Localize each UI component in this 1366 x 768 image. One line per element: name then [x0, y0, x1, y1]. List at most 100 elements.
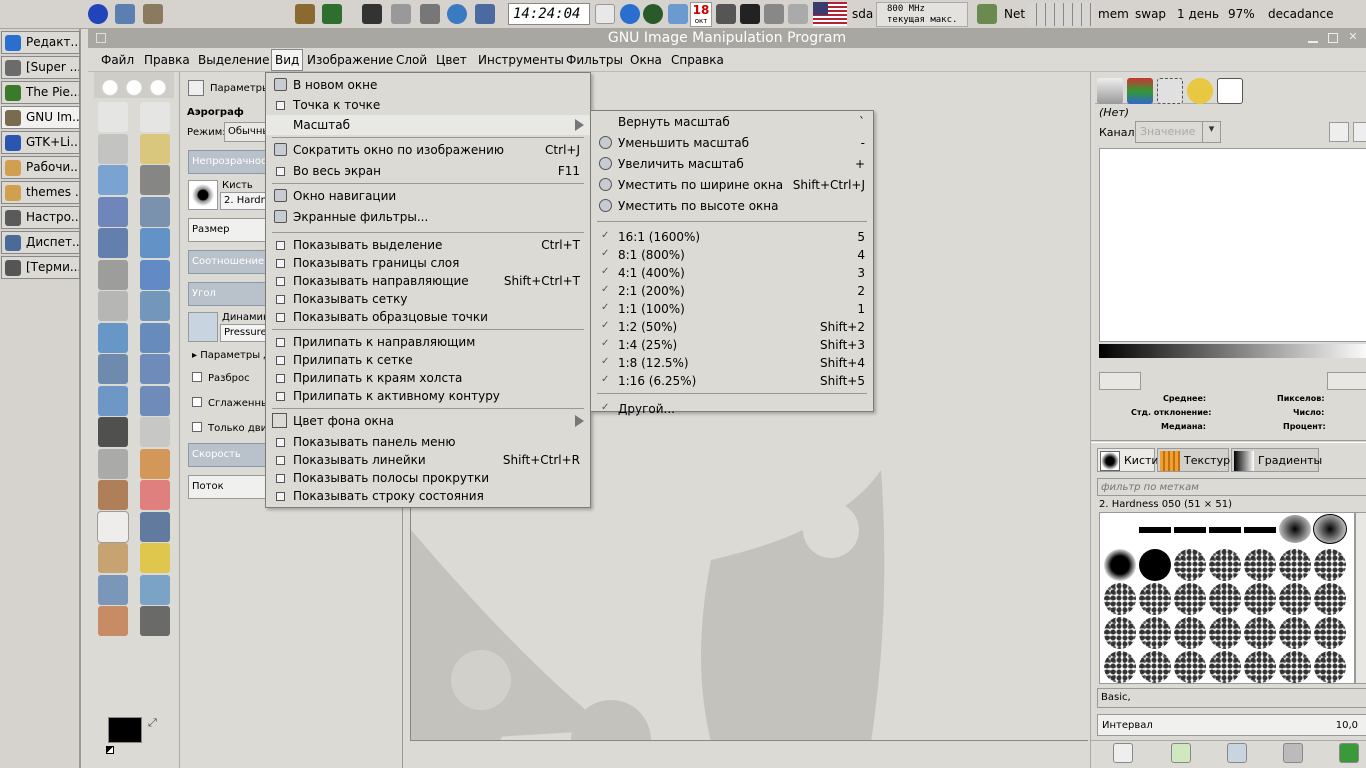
refresh-brushes-icon[interactable] — [1339, 743, 1359, 763]
channels-tab-icon[interactable] — [1127, 78, 1153, 104]
window-list-item[interactable]: Рабочи... — [1, 156, 80, 179]
window-list-item[interactable]: GTK+Li... — [1, 131, 80, 154]
paths-tab-icon[interactable] — [1157, 78, 1183, 104]
spacing-slider[interactable]: Интервал 10,0 — [1097, 714, 1366, 736]
viewmenu-item[interactable]: Масштаб — [266, 115, 590, 135]
default-colors-icon[interactable] — [106, 746, 114, 754]
perspective-tool-icon[interactable] — [140, 354, 170, 384]
chrome-icon[interactable] — [620, 4, 640, 24]
airbrush-tool-icon[interactable] — [97, 510, 129, 543]
layers-tab-icon[interactable] — [1097, 78, 1123, 104]
tool-options-tab[interactable]: Параметры — [210, 83, 270, 94]
opacity-slider[interactable]: Непрозрачность — [188, 150, 268, 174]
maximize-icon[interactable] — [1328, 33, 1338, 43]
brush-preset[interactable] — [1314, 583, 1346, 615]
tools-icon[interactable] — [420, 4, 440, 24]
window-list-item[interactable]: Диспет... — [1, 231, 80, 254]
viewmenu-item[interactable]: Показывать строку состояния — [266, 486, 590, 506]
zoommenu-item[interactable]: Уместить по высоте окна — [591, 196, 873, 216]
shear-tool-icon[interactable] — [98, 354, 128, 384]
histogram-view[interactable] — [1099, 148, 1366, 342]
scissors-select-tool-icon[interactable] — [140, 165, 170, 195]
zoommenu-item[interactable]: Вернуть масштаб ` — [591, 112, 873, 132]
menu-9[interactable]: Фильтры — [566, 53, 623, 67]
bucket-fill-tool-icon[interactable] — [140, 417, 170, 447]
viewmenu-item[interactable]: Сократить окно по изображению Ctrl+J — [266, 140, 590, 160]
window-list-item[interactable]: GNU Im... — [1, 106, 80, 129]
screenshot-icon[interactable] — [115, 4, 135, 24]
range-end-spinner[interactable] — [1327, 372, 1366, 390]
calendar-icon[interactable]: 18 окт — [690, 2, 712, 27]
brush-preset[interactable] — [1313, 514, 1347, 544]
brush-preset[interactable] — [1244, 617, 1276, 649]
download-icon[interactable] — [668, 4, 688, 24]
undo-history-tab-icon[interactable] — [1187, 78, 1213, 104]
brush-preset[interactable] — [1139, 549, 1171, 581]
perspective-clone-tool-icon[interactable] — [98, 574, 128, 605]
window-list-item[interactable]: Настро... — [1, 206, 80, 229]
viewmenu-item[interactable]: В новом окне — [266, 75, 590, 95]
brush-preset[interactable] — [1279, 583, 1311, 615]
fuzzy-select-tool-icon[interactable] — [140, 133, 170, 164]
range-start-spinner[interactable] — [1099, 372, 1141, 390]
brush-preset[interactable] — [1279, 549, 1311, 581]
brush-preset[interactable] — [1174, 651, 1206, 683]
monitor-icon[interactable] — [740, 4, 760, 24]
channel-select[interactable]: Значение ▾ — [1135, 121, 1221, 143]
brush-preset[interactable] — [1104, 617, 1136, 649]
brush-preset[interactable] — [1244, 549, 1276, 581]
brush-preset[interactable] — [1314, 549, 1346, 581]
mode-select[interactable]: Обычный — [224, 122, 270, 142]
duplicate-brush-icon[interactable] — [1227, 743, 1247, 763]
brush-preset[interactable] — [1174, 617, 1206, 649]
cage-transform-tool-icon[interactable] — [140, 385, 170, 416]
flow-slider[interactable]: Поток — [188, 475, 268, 499]
zoommenu-item[interactable]: ✓ Другой... — [591, 399, 873, 419]
rect-select-tool-icon[interactable] — [98, 102, 128, 132]
viewmenu-item[interactable]: Показывать панель меню — [266, 432, 590, 452]
close-icon[interactable]: ✕ — [1348, 31, 1358, 42]
brush-preset[interactable] — [1279, 651, 1311, 683]
clipboard-icon[interactable] — [788, 4, 808, 24]
viewmenu-item[interactable]: Показывать сетку — [266, 289, 590, 309]
matrix-icon[interactable] — [322, 4, 342, 24]
zoommenu-item[interactable]: ✓ 1:4 (25%) Shift+3 — [591, 335, 873, 355]
smudge-tool-icon[interactable] — [98, 606, 128, 636]
viewmenu-item[interactable]: Экранные фильтры... — [266, 207, 590, 227]
window-list-item[interactable]: [Super ... — [1, 56, 80, 79]
viewmenu-item[interactable]: Прилипать к сетке — [266, 350, 590, 370]
brush-preset[interactable] — [1104, 527, 1136, 533]
menu-5[interactable]: Изображение — [307, 53, 393, 67]
brush-preset[interactable] — [1174, 527, 1206, 533]
viewmenu-item[interactable]: Показывать направляющие Shift+Ctrl+T — [266, 271, 590, 291]
brush-preset[interactable] — [1244, 527, 1276, 533]
zoommenu-item[interactable]: ✓ 2:1 (200%) 2 — [591, 281, 873, 301]
motion-only-checkbox[interactable]: Только движ — [192, 422, 276, 434]
window-list-item[interactable]: [Терми... — [1, 256, 80, 279]
move-tool-icon[interactable] — [140, 259, 170, 290]
menu-1[interactable]: Файл — [101, 53, 134, 67]
gradients-tab[interactable]: Градиенты — [1231, 448, 1322, 472]
brushes-scrollbar[interactable] — [1355, 512, 1366, 684]
wifi-icon[interactable] — [977, 4, 997, 24]
zoommenu-item[interactable]: Увеличить масштаб + — [591, 154, 873, 174]
brush-preset[interactable] — [1104, 583, 1136, 615]
zoommenu-item[interactable]: Уместить по ширине окна Shift+Ctrl+J — [591, 175, 873, 195]
brush-preset[interactable] — [1279, 515, 1311, 543]
viewmenu-item[interactable]: Прилипать к направляющим — [266, 332, 590, 352]
brush-preset[interactable] — [1139, 617, 1171, 649]
zoommenu-item[interactable]: ✓ 8:1 (800%) 4 — [591, 245, 873, 265]
viewmenu-item[interactable]: Во весь экран F11 — [266, 161, 590, 181]
log-histogram-icon[interactable] — [1353, 122, 1366, 142]
window-list-item[interactable]: Редакт... — [1, 31, 80, 54]
minimize-icon[interactable] — [1308, 33, 1318, 43]
globe-icon[interactable] — [447, 4, 467, 24]
tool-options-tab-icon[interactable] — [188, 80, 204, 96]
brush-preset[interactable] — [1314, 617, 1346, 649]
pen-icon[interactable] — [595, 4, 615, 24]
viewmenu-item[interactable]: Прилипать к краям холста — [266, 368, 590, 388]
brush-tags-field[interactable]: Basic, — [1097, 688, 1366, 708]
zoommenu-item[interactable]: ✓ 1:8 (12.5%) Shift+4 — [591, 353, 873, 373]
menu-11[interactable]: Справка — [671, 53, 724, 67]
foreground-color-swatch[interactable] — [108, 717, 142, 743]
